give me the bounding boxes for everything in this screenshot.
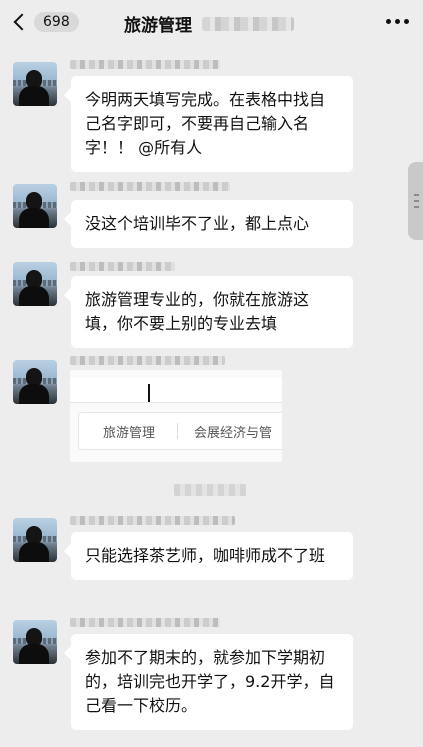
image-message[interactable]: 旅游管理 会展经济与管 (70, 370, 282, 462)
message-bubble[interactable]: 今明两天填写完成。在表格中找自己名字即可，不要再自己输入名字！！ @所有人 (71, 76, 353, 172)
more-button[interactable] (386, 19, 409, 24)
message-bubble[interactable]: 参加不了期末的，就参加下学期初的，培训完也开学了，9.2开学，自己看一下校历。 (71, 634, 353, 730)
chevron-left-icon (13, 13, 31, 31)
avatar[interactable] (13, 184, 57, 228)
avatar[interactable] (13, 360, 57, 404)
back-button[interactable]: 698 (10, 8, 79, 36)
blurred-sender-name (70, 618, 220, 627)
blurred-sender-name (70, 516, 235, 525)
major-options-bar: 旅游管理 会展经济与管 (78, 412, 282, 450)
avatar[interactable] (13, 620, 57, 664)
chat-title-text: 旅游管理 (124, 16, 192, 36)
text-caret (148, 384, 150, 402)
message-bubble[interactable]: 只能选择茶艺师，咖啡师成不了班 (71, 532, 353, 580)
message-bubble[interactable]: 没这个培训毕不了业，都上点心 (71, 200, 353, 248)
more-dots-icon (386, 19, 391, 24)
avatar[interactable] (13, 262, 57, 306)
option-tourism: 旅游管理 (103, 425, 156, 441)
image-input-line (70, 378, 282, 403)
chat-title: 旅游管理 (124, 11, 294, 36)
chat-header: 698 旅游管理 (0, 0, 423, 44)
scroll-handle[interactable] (408, 162, 423, 240)
option-exhibition: 会展经济与管 (194, 425, 273, 441)
avatar[interactable] (13, 62, 57, 106)
blurred-sender-name (70, 356, 225, 365)
avatar[interactable] (13, 518, 57, 562)
blurred-sender-name (70, 182, 230, 191)
blurred-sender-name (70, 262, 175, 271)
unread-count-badge: 698 (34, 12, 79, 32)
blurred-title-suffix (202, 16, 294, 31)
blurred-timestamp (174, 484, 246, 496)
blurred-sender-name (70, 60, 220, 69)
message-bubble[interactable]: 旅游管理专业的，你就在旅游这填，你不要上别的专业去填 (71, 276, 353, 348)
